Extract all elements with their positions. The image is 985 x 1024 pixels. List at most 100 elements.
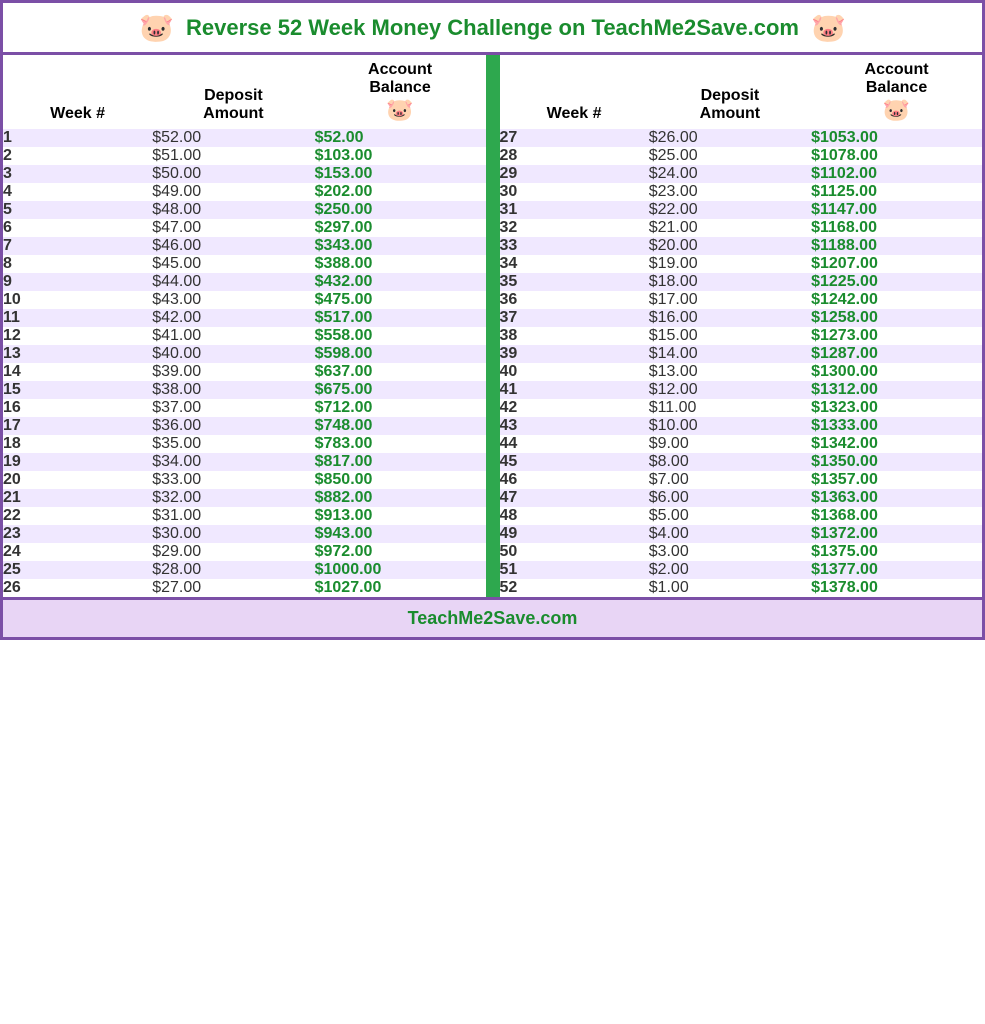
deposit-cell: $37.00 — [152, 399, 314, 417]
table-row: 16 $37.00 $712.00 — [3, 399, 486, 417]
deposit-cell: $19.00 — [649, 255, 811, 273]
balance-cell: $202.00 — [315, 183, 486, 201]
left-balance-header: AccountBalance🐷 — [315, 55, 486, 129]
balance-cell: $517.00 — [315, 309, 486, 327]
table-row: 37 $16.00 $1258.00 — [500, 309, 983, 327]
table-row: 31 $22.00 $1147.00 — [500, 201, 983, 219]
table-row: 34 $19.00 $1207.00 — [500, 255, 983, 273]
balance-cell: $598.00 — [315, 345, 486, 363]
table-row: 3 $50.00 $153.00 — [3, 165, 486, 183]
deposit-cell: $52.00 — [152, 129, 314, 147]
balance-cell: $1372.00 — [811, 525, 982, 543]
deposit-cell: $12.00 — [649, 381, 811, 399]
week-cell: 50 — [500, 543, 649, 561]
table-row: 39 $14.00 $1287.00 — [500, 345, 983, 363]
week-cell: 36 — [500, 291, 649, 309]
deposit-cell: $25.00 — [649, 147, 811, 165]
balance-cell: $817.00 — [315, 453, 486, 471]
table-row: 46 $7.00 $1357.00 — [500, 471, 983, 489]
deposit-cell: $23.00 — [649, 183, 811, 201]
week-cell: 25 — [3, 561, 152, 579]
deposit-cell: $28.00 — [152, 561, 314, 579]
deposit-cell: $8.00 — [649, 453, 811, 471]
deposit-cell: $27.00 — [152, 579, 314, 597]
week-cell: 29 — [500, 165, 649, 183]
deposit-cell: $14.00 — [649, 345, 811, 363]
week-cell: 19 — [3, 453, 152, 471]
balance-cell: $748.00 — [315, 417, 486, 435]
deposit-cell: $7.00 — [649, 471, 811, 489]
deposit-cell: $39.00 — [152, 363, 314, 381]
table-row: 4 $49.00 $202.00 — [3, 183, 486, 201]
table-row: 27 $26.00 $1053.00 — [500, 129, 983, 147]
balance-cell: $1000.00 — [315, 561, 486, 579]
pig-icon-left: 🐷 — [139, 11, 174, 44]
deposit-cell: $45.00 — [152, 255, 314, 273]
footer: TeachMe2Save.com — [3, 597, 982, 637]
week-cell: 35 — [500, 273, 649, 291]
table-row: 42 $11.00 $1323.00 — [500, 399, 983, 417]
week-cell: 15 — [3, 381, 152, 399]
week-cell: 42 — [500, 399, 649, 417]
right-table: Week # DepositAmount AccountBalance🐷 27 … — [500, 55, 983, 597]
balance-cell: $1207.00 — [811, 255, 982, 273]
right-balance-header: AccountBalance🐷 — [811, 55, 982, 129]
week-cell: 1 — [3, 129, 152, 147]
deposit-cell: $22.00 — [649, 201, 811, 219]
table-row: 28 $25.00 $1078.00 — [500, 147, 983, 165]
balance-cell: $1147.00 — [811, 201, 982, 219]
week-cell: 43 — [500, 417, 649, 435]
deposit-cell: $31.00 — [152, 507, 314, 525]
week-cell: 27 — [500, 129, 649, 147]
table-row: 33 $20.00 $1188.00 — [500, 237, 983, 255]
balance-cell: $103.00 — [315, 147, 486, 165]
table-row: 49 $4.00 $1372.00 — [500, 525, 983, 543]
deposit-cell: $17.00 — [649, 291, 811, 309]
table-row: 2 $51.00 $103.00 — [3, 147, 486, 165]
week-cell: 3 — [3, 165, 152, 183]
deposit-cell: $42.00 — [152, 309, 314, 327]
week-cell: 30 — [500, 183, 649, 201]
week-cell: 48 — [500, 507, 649, 525]
week-cell: 46 — [500, 471, 649, 489]
balance-cell: $637.00 — [315, 363, 486, 381]
week-cell: 13 — [3, 345, 152, 363]
deposit-cell: $47.00 — [152, 219, 314, 237]
balance-cell: $558.00 — [315, 327, 486, 345]
week-cell: 32 — [500, 219, 649, 237]
balance-cell: $1323.00 — [811, 399, 982, 417]
deposit-cell: $51.00 — [152, 147, 314, 165]
right-table-section: Week # DepositAmount AccountBalance🐷 27 … — [500, 55, 983, 597]
deposit-cell: $5.00 — [649, 507, 811, 525]
week-cell: 4 — [3, 183, 152, 201]
table-row: 43 $10.00 $1333.00 — [500, 417, 983, 435]
deposit-cell: $16.00 — [649, 309, 811, 327]
week-cell: 16 — [3, 399, 152, 417]
table-row: 17 $36.00 $748.00 — [3, 417, 486, 435]
balance-cell: $1188.00 — [811, 237, 982, 255]
balance-cell: $250.00 — [315, 201, 486, 219]
deposit-cell: $2.00 — [649, 561, 811, 579]
left-table: Week # DepositAmount AccountBalance🐷 1 $… — [3, 55, 486, 597]
deposit-cell: $34.00 — [152, 453, 314, 471]
table-row: 1 $52.00 $52.00 — [3, 129, 486, 147]
week-cell: 33 — [500, 237, 649, 255]
table-row: 23 $30.00 $943.00 — [3, 525, 486, 543]
table-row: 13 $40.00 $598.00 — [3, 345, 486, 363]
week-cell: 2 — [3, 147, 152, 165]
table-row: 50 $3.00 $1375.00 — [500, 543, 983, 561]
table-row: 52 $1.00 $1378.00 — [500, 579, 983, 597]
week-cell: 5 — [3, 201, 152, 219]
balance-cell: $1342.00 — [811, 435, 982, 453]
table-row: 29 $24.00 $1102.00 — [500, 165, 983, 183]
deposit-cell: $48.00 — [152, 201, 314, 219]
left-deposit-header: DepositAmount — [152, 55, 314, 129]
balance-cell: $1168.00 — [811, 219, 982, 237]
deposit-cell: $4.00 — [649, 525, 811, 543]
balance-cell: $1125.00 — [811, 183, 982, 201]
balance-cell: $52.00 — [315, 129, 486, 147]
deposit-cell: $49.00 — [152, 183, 314, 201]
deposit-cell: $1.00 — [649, 579, 811, 597]
week-cell: 39 — [500, 345, 649, 363]
table-row: 8 $45.00 $388.00 — [3, 255, 486, 273]
